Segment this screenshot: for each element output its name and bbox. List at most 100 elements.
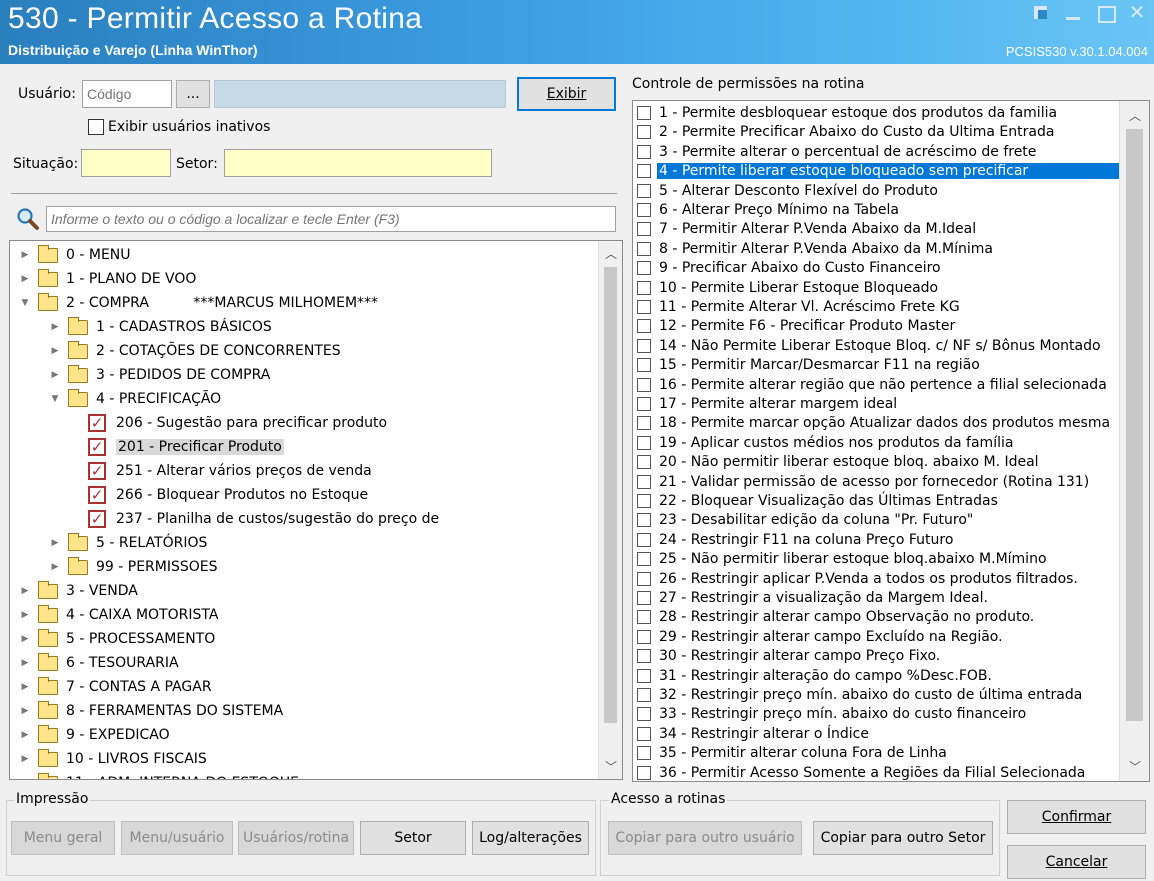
permission-checkbox[interactable] (637, 319, 651, 334)
permission-item[interactable]: 35 - Permitir alterar coluna Fora de Lin… (637, 743, 949, 763)
chevron-right-icon[interactable]: ▶ (50, 322, 60, 332)
permission-item[interactable]: 3 - Permite alterar o percentual de acré… (637, 142, 1038, 162)
chevron-right-icon[interactable]: ▶ (20, 250, 30, 260)
routine-tree[interactable]: ▶ 0 - MENU ▶ 1 - PLANO DE VOO ▼ 2 - COMPRA **… (9, 240, 623, 780)
permission-item[interactable]: 7 - Permitir Alterar P.Venda Abaixo da M… (637, 219, 978, 239)
permissions-scroll-thumb[interactable] (1126, 129, 1143, 721)
tree-check-icon[interactable]: ✓ (88, 462, 106, 480)
permission-checkbox[interactable] (637, 435, 651, 450)
permission-item[interactable]: 11 - Permite Alterar Vl. Acréscimo Frete… (637, 297, 962, 317)
chevron-right-icon[interactable]: ▶ (20, 730, 30, 740)
menu-geral-button[interactable]: Menu geral (11, 821, 115, 855)
tree-node[interactable]: ▼ 2 - COMPRA ***MARCUS MILHOMEM*** (20, 291, 378, 315)
tree-scroll-thumb[interactable] (604, 267, 617, 723)
permission-checkbox[interactable] (637, 261, 651, 276)
permission-checkbox[interactable] (637, 513, 651, 528)
permission-item[interactable]: 16 - Permite alterar região que não pert… (637, 375, 1109, 395)
chevron-right-icon[interactable]: ▶ (50, 370, 60, 380)
restore-icon[interactable] (1032, 4, 1050, 22)
chevron-right-icon[interactable]: ▶ (20, 274, 30, 284)
copiar-setor-button[interactable]: Copiar para outro Setor (813, 821, 993, 855)
usuarios-rotina-button[interactable]: Usuários/rotina (238, 821, 354, 855)
tree-node[interactable]: ✓ 206 - Sugestão para precificar produto (88, 411, 387, 435)
exibir-button[interactable]: Exibir (517, 77, 616, 111)
tree-check-icon[interactable]: ✓ (88, 438, 106, 456)
permission-checkbox[interactable] (637, 377, 651, 392)
permission-item[interactable]: 12 - Permite F6 - Precificar Produto Mas… (637, 316, 957, 336)
chevron-down-icon[interactable]: ▼ (50, 394, 60, 404)
tree-node[interactable]: ▶ 9 - EXPEDICAO (20, 723, 170, 747)
tree-node[interactable]: ▶ 3 - PEDIDOS DE COMPRA (50, 363, 270, 387)
permission-item[interactable]: 2 - Permite Precificar Abaixo do Custo d… (637, 122, 1056, 142)
permissions-list[interactable]: 1 - Permite desbloquear estoque dos prod… (632, 100, 1150, 782)
permissions-scroll-up-icon[interactable]: ︿ (1120, 107, 1149, 124)
tree-node[interactable]: ▶ 1 - CADASTROS BÁSICOS (50, 315, 272, 339)
permission-checkbox[interactable] (637, 222, 651, 237)
permission-item[interactable]: 26 - Restringir aplicar P.Venda a todos … (637, 569, 1080, 589)
tree-node[interactable]: ▶ 4 - CAIXA MOTORISTA (20, 603, 218, 627)
permission-checkbox[interactable] (637, 688, 651, 702)
setor-field[interactable] (224, 149, 492, 177)
tree-search-input[interactable] (46, 206, 616, 232)
tree-node[interactable]: ▶ 99 - PERMISSOES (50, 555, 218, 579)
chevron-right-icon[interactable]: ▶ (20, 658, 30, 668)
permission-checkbox[interactable] (637, 144, 651, 159)
permission-item[interactable]: 32 - Restringir preço mín. abaixo do cus… (637, 685, 1084, 705)
chevron-right-icon[interactable]: ▶ (20, 586, 30, 596)
chevron-right-icon[interactable]: ▶ (20, 634, 30, 644)
permission-item[interactable]: 19 - Aplicar custos médios nos produtos … (637, 433, 1015, 453)
copiar-usuario-button[interactable]: Copiar para outro usuário (608, 821, 802, 855)
menu-usuario-button[interactable]: Menu/usuário (121, 821, 233, 855)
permission-checkbox[interactable] (637, 106, 651, 120)
chevron-right-icon[interactable]: ▶ (20, 778, 30, 779)
chevron-down-icon[interactable]: ▼ (20, 298, 30, 308)
permission-checkbox[interactable] (637, 629, 651, 644)
permission-checkbox[interactable] (637, 397, 651, 411)
tree-node[interactable]: ▶ 5 - PROCESSAMENTO (20, 627, 215, 651)
permission-checkbox[interactable] (637, 649, 651, 664)
permission-item[interactable]: 25 - Não permitir liberar estoque bloq.a… (637, 549, 1049, 569)
log-alteracoes-button[interactable]: Log/alterações (472, 821, 589, 855)
tree-node[interactable]: ▶ 0 - MENU (20, 243, 131, 267)
permission-checkbox[interactable] (637, 280, 651, 295)
usuario-search-button[interactable]: ... (176, 80, 210, 108)
tree-node[interactable]: ▶ 11 - ADM. INTERNA DO ESTOQUE (20, 771, 299, 779)
tree-node[interactable]: ▶ 8 - FERRAMENTAS DO SISTEMA (20, 699, 283, 723)
permission-item[interactable]: 29 - Restringir alterar campo Excluído n… (637, 627, 1005, 647)
permission-checkbox[interactable] (637, 164, 651, 179)
permission-checkbox[interactable] (637, 610, 651, 625)
permission-item[interactable]: 24 - Restringir F11 na coluna Preço Futu… (637, 530, 955, 550)
permission-item[interactable]: 23 - Desabilitar edição da coluna "Pr. F… (637, 510, 975, 530)
confirmar-button[interactable]: Confirmar (1007, 800, 1146, 834)
permission-checkbox[interactable] (637, 241, 651, 256)
permission-checkbox[interactable] (637, 765, 651, 780)
permission-checkbox[interactable] (637, 183, 651, 198)
chevron-right-icon[interactable]: ▶ (20, 610, 30, 620)
chevron-right-icon[interactable]: ▶ (50, 562, 60, 572)
tree-node[interactable]: ▶ 3 - VENDA (20, 579, 138, 603)
permission-item[interactable]: 1 - Permite desbloquear estoque dos prod… (637, 103, 1059, 123)
permission-checkbox[interactable] (637, 746, 651, 761)
permission-checkbox[interactable] (637, 416, 651, 431)
tree-check-icon[interactable]: ✓ (88, 510, 106, 528)
permission-item[interactable]: 14 - Não Permite Liberar Estoque Bloq. c… (637, 336, 1103, 356)
tree-check-icon[interactable]: ✓ (88, 414, 106, 432)
chevron-right-icon[interactable]: ▶ (20, 682, 30, 692)
permission-item[interactable]: 15 - Permitir Marcar/Desmarcar F11 na re… (637, 355, 982, 375)
permission-checkbox[interactable] (637, 338, 651, 353)
chevron-right-icon[interactable]: ▶ (50, 538, 60, 548)
permission-checkbox[interactable] (637, 591, 651, 605)
chevron-right-icon[interactable]: ▶ (20, 706, 30, 716)
permission-item[interactable]: 20 - Não permitir liberar estoque bloq. … (637, 452, 1041, 472)
permission-item[interactable]: 22 - Bloquear Visualização das Últimas E… (637, 491, 1000, 511)
tree-check-icon[interactable]: ✓ (88, 486, 106, 504)
minimize-icon[interactable] (1064, 4, 1082, 22)
permission-item[interactable]: 10 - Permite Liberar Estoque Bloqueado (637, 278, 940, 298)
cancelar-button[interactable]: Cancelar (1007, 845, 1146, 879)
permissions-scrollbar[interactable]: ︿ ﹀ (1119, 101, 1149, 781)
permissions-scroll-down-icon[interactable]: ﹀ (1120, 758, 1149, 775)
usuario-codigo-input[interactable] (82, 80, 172, 108)
permission-checkbox[interactable] (637, 474, 651, 489)
setor-print-button[interactable]: Setor (360, 821, 466, 855)
permission-checkbox[interactable] (637, 300, 651, 314)
